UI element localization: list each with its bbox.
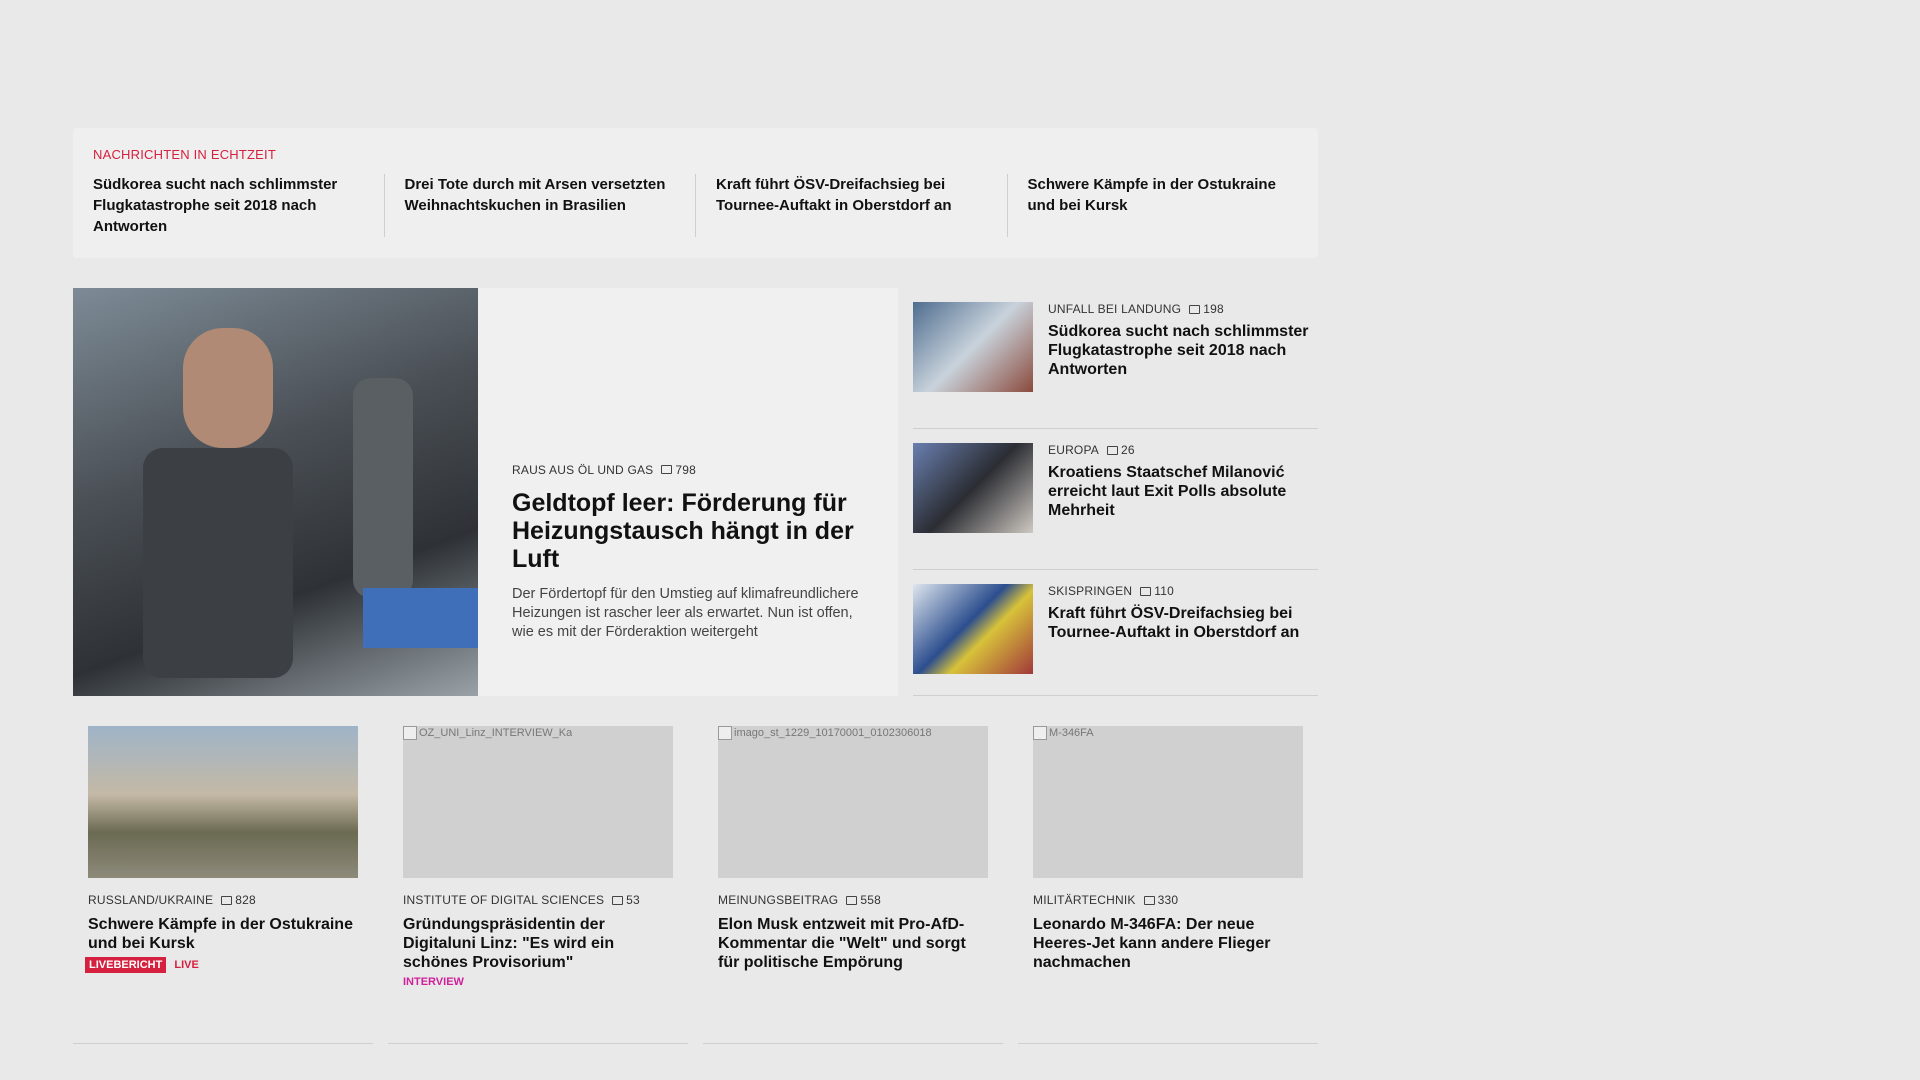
comment-icon <box>221 895 233 905</box>
comment-count-value: 53 <box>626 893 640 907</box>
article-thumbnail[interactable]: imago_st_1229_10170001_0102306018 <box>718 726 988 878</box>
main-row: RAUS AUS ÖL UND GAS 798 Geldtopf leer: F… <box>73 288 1318 696</box>
broken-image-placeholder: OZ_UNI_Linz_INTERVIEW_Ka <box>403 726 572 740</box>
article-title[interactable]: Südkorea sucht nach schlimmster Flugkata… <box>1048 322 1318 379</box>
article-thumbnail[interactable]: M-346FA <box>1033 726 1303 878</box>
kicker-label: EUROPA <box>1048 443 1099 457</box>
article-title[interactable]: Gründungspräsidentin der Digitaluni Linz… <box>403 915 673 972</box>
article-thumbnail[interactable] <box>913 302 1033 392</box>
side-article-text: SKISPRINGEN 110 Kraft führt ÖSV-Dreifach… <box>1048 584 1318 695</box>
comment-icon <box>1189 304 1201 314</box>
article-thumbnail[interactable] <box>913 584 1033 674</box>
article-kicker: UNFALL BEI LANDUNG 198 <box>1048 302 1318 316</box>
workbench-shape <box>363 588 478 648</box>
ticker-item[interactable]: Schwere Kämpfe in der Ostukraine und bei… <box>1006 174 1299 237</box>
broken-image-placeholder: M-346FA <box>1033 726 1094 740</box>
realtime-news-ticker: NACHRICHTEN IN ECHTZEIT Südkorea sucht n… <box>73 128 1318 258</box>
article-card[interactable]: OZ_UNI_Linz_INTERVIEW_Ka INSTITUTE OF DI… <box>388 726 688 1044</box>
live-tag: LIVE <box>174 959 199 971</box>
article-kicker: MILITÄRTECHNIK 330 <box>1033 893 1303 907</box>
side-article[interactable]: SKISPRINGEN 110 Kraft führt ÖSV-Dreifach… <box>913 570 1318 696</box>
article-thumbnail[interactable] <box>88 726 358 878</box>
broken-image-placeholder: imago_st_1229_10170001_0102306018 <box>718 726 932 740</box>
article-kicker: EUROPA 26 <box>1048 443 1318 457</box>
heat-pump-shape <box>143 448 293 678</box>
comment-count-value: 110 <box>1154 584 1174 598</box>
hero-image[interactable] <box>73 288 478 696</box>
hero-text: RAUS AUS ÖL UND GAS 798 Geldtopf leer: F… <box>478 288 898 696</box>
side-article[interactable]: EUROPA 26 Kroatiens Staatschef Milanović… <box>913 429 1318 570</box>
article-cards: RUSSLAND/UKRAINE 828 Schwere Kämpfe in d… <box>73 726 1318 1044</box>
comment-icon <box>1107 445 1118 455</box>
kicker-label: MEINUNGSBEITRAG <box>718 893 839 907</box>
comment-count-value: 26 <box>1121 443 1135 457</box>
comment-count-value: 198 <box>1203 302 1224 316</box>
article-tags: INTERVIEW <box>403 976 673 988</box>
comment-count[interactable]: 330 <box>1143 893 1179 907</box>
article-tags: LIVEBERICHT LIVE <box>85 957 358 973</box>
side-article-text: EUROPA 26 Kroatiens Staatschef Milanović… <box>1048 443 1318 569</box>
side-article[interactable]: UNFALL BEI LANDUNG 198 Südkorea sucht na… <box>913 288 1318 429</box>
comment-icon <box>1143 895 1155 905</box>
side-article-text: UNFALL BEI LANDUNG 198 Südkorea sucht na… <box>1048 302 1318 428</box>
image-alt-text: M-346FA <box>1049 727 1094 739</box>
kicker-label: RAUS AUS ÖL UND GAS <box>512 462 654 477</box>
kicker-label: UNFALL BEI LANDUNG <box>1048 302 1182 316</box>
comment-count-value: 798 <box>675 462 697 477</box>
interview-tag: INTERVIEW <box>403 976 464 988</box>
image-alt-text: OZ_UNI_Linz_INTERVIEW_Ka <box>419 727 573 739</box>
hero-title[interactable]: Geldtopf leer: Förderung für Heizungstau… <box>512 489 864 573</box>
broken-image-icon <box>718 726 732 740</box>
comment-icon <box>661 465 673 474</box>
broken-image-icon <box>1033 726 1047 740</box>
kicker-label: MILITÄRTECHNIK <box>1033 893 1136 907</box>
content-area: NACHRICHTEN IN ECHTZEIT Südkorea sucht n… <box>73 128 1318 1044</box>
article-title[interactable]: Schwere Kämpfe in der Ostukraine und bei… <box>88 915 358 953</box>
comment-count[interactable]: 558 <box>846 893 881 907</box>
article-title[interactable]: Kraft führt ÖSV-Dreifachsieg bei Tournee… <box>1048 604 1318 642</box>
comment-count[interactable]: 53 <box>612 893 640 907</box>
worker-shape <box>353 378 413 598</box>
article-card[interactable]: RUSSLAND/UKRAINE 828 Schwere Kämpfe in d… <box>73 726 373 1044</box>
kicker-label: RUSSLAND/UKRAINE <box>88 893 214 907</box>
article-thumbnail[interactable] <box>913 443 1033 533</box>
comment-icon <box>846 895 858 905</box>
article-title[interactable]: Elon Musk entzweit mit Pro-AfD-Kommentar… <box>718 915 988 972</box>
comment-count[interactable]: 198 <box>1189 302 1224 316</box>
comment-count[interactable]: 26 <box>1107 443 1135 457</box>
side-article-list: UNFALL BEI LANDUNG 198 Südkorea sucht na… <box>913 288 1318 696</box>
article-kicker: INSTITUTE OF DIGITAL SCIENCES 53 <box>403 893 673 907</box>
comment-count[interactable]: 110 <box>1140 584 1174 598</box>
article-card[interactable]: M-346FA MILITÄRTECHNIK 330 Leonardo M-34… <box>1018 726 1318 1044</box>
article-thumbnail[interactable]: OZ_UNI_Linz_INTERVIEW_Ka <box>403 726 673 878</box>
comment-icon <box>612 895 624 905</box>
hero-teaser: Der Fördertopf für den Umstieg auf klima… <box>512 585 859 640</box>
kicker-label: INSTITUTE OF DIGITAL SCIENCES <box>403 893 605 907</box>
ticker-label: NACHRICHTEN IN ECHTZEIT <box>93 147 276 162</box>
comment-count[interactable]: 828 <box>221 893 256 907</box>
article-kicker: MEINUNGSBEITRAG 558 <box>718 893 988 907</box>
ticker-items: Südkorea sucht nach schlimmster Flugkata… <box>93 174 1298 237</box>
ticker-item[interactable]: Drei Tote durch mit Arsen versetzten Wei… <box>383 174 696 237</box>
image-alt-text: imago_st_1229_10170001_0102306018 <box>734 727 932 739</box>
kicker-label: SKISPRINGEN <box>1048 584 1133 598</box>
comment-count-value: 828 <box>235 893 256 907</box>
worker-shape <box>183 328 273 448</box>
comment-count-value: 330 <box>1157 893 1179 907</box>
hero-kicker: RAUS AUS ÖL UND GAS 798 <box>512 463 864 477</box>
article-title[interactable]: Kroatiens Staatschef Milanović erreicht … <box>1048 463 1318 520</box>
liveticker-badge: LIVEBERICHT <box>85 957 167 973</box>
article-title[interactable]: Leonardo M-346FA: Der neue Heeres-Jet ka… <box>1033 915 1303 972</box>
comment-icon <box>1140 586 1152 596</box>
ticker-item[interactable]: Kraft führt ÖSV-Dreifachsieg bei Tournee… <box>695 174 1007 237</box>
comment-count[interactable]: 798 <box>661 463 696 477</box>
article-kicker: RUSSLAND/UKRAINE 828 <box>88 893 358 907</box>
article-kicker: SKISPRINGEN 110 <box>1048 584 1318 598</box>
comment-count-value: 558 <box>860 893 881 907</box>
hero-article[interactable]: RAUS AUS ÖL UND GAS 798 Geldtopf leer: F… <box>73 288 898 696</box>
broken-image-icon <box>403 726 417 740</box>
ticker-item[interactable]: Südkorea sucht nach schlimmster Flugkata… <box>93 174 384 237</box>
article-card[interactable]: imago_st_1229_10170001_0102306018 MEINUN… <box>703 726 1003 1044</box>
